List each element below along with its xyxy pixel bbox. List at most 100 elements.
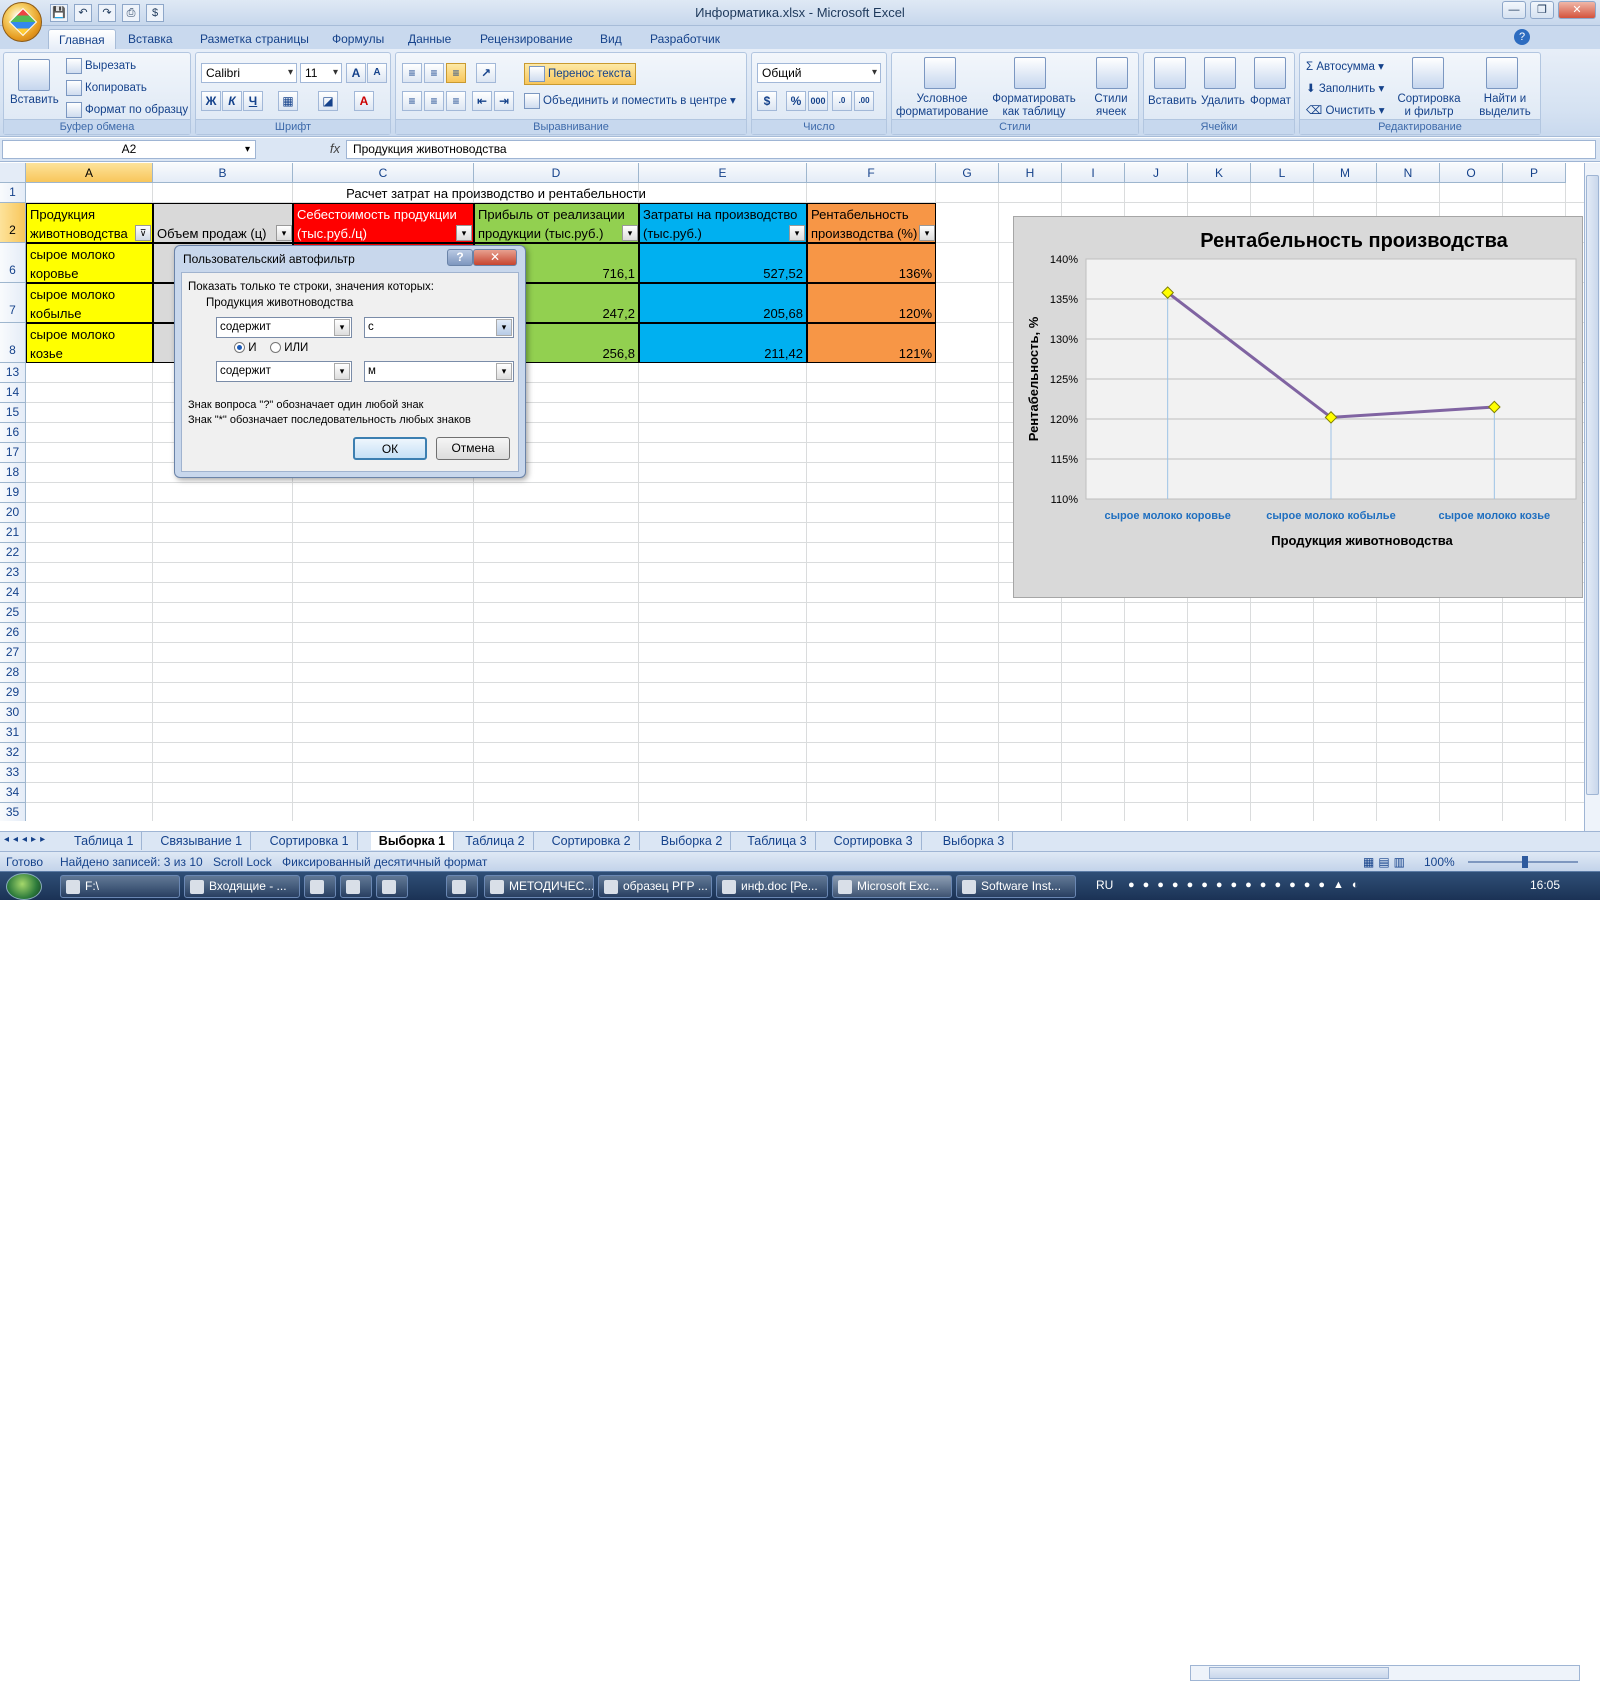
insert-cells-icon[interactable]: [1154, 57, 1186, 89]
format-as-table-button[interactable]: Форматировать как таблицу: [988, 93, 1080, 119]
row-header-21[interactable]: 21: [0, 523, 26, 543]
taskbar-item-excel[interactable]: Microsoft Exc...: [832, 875, 952, 898]
table-title[interactable]: Расчет затрат на производство и рентабел…: [26, 183, 966, 203]
column-header-d[interactable]: D: [474, 163, 639, 183]
row-header-24[interactable]: 24: [0, 583, 26, 603]
header-costs[interactable]: Затраты на производство (тыс.руб.): [639, 203, 807, 243]
orientation-icon[interactable]: ↗: [476, 63, 496, 83]
scroll-thumb[interactable]: [1586, 175, 1599, 795]
taskbar-item[interactable]: Входящие - ...: [184, 875, 300, 898]
cell-styles-icon[interactable]: [1096, 57, 1128, 89]
view-buttons[interactable]: ▦▤▥: [1363, 855, 1409, 869]
column-header-e[interactable]: E: [639, 163, 807, 183]
office-button[interactable]: [2, 2, 42, 42]
filter-active-icon[interactable]: ⊽: [135, 225, 151, 241]
row-header-27[interactable]: 27: [0, 643, 26, 663]
cell-product[interactable]: сырое молоко кобылье: [26, 283, 153, 323]
merge-center-button[interactable]: Объединить и поместить в центре ▾: [524, 93, 736, 109]
row-header-34[interactable]: 34: [0, 783, 26, 803]
sheet-tab[interactable]: Таблица 3: [739, 832, 816, 850]
tab-data[interactable]: Данные: [398, 29, 461, 49]
chevron-down-icon[interactable]: ▾: [334, 363, 350, 380]
format-as-table-icon[interactable]: [1014, 57, 1046, 89]
select-all-corner[interactable]: [0, 163, 26, 183]
tab-developer[interactable]: Разработчик: [640, 29, 730, 49]
format-cells-icon[interactable]: [1254, 57, 1286, 89]
tab-home[interactable]: Главная: [48, 29, 116, 49]
format-cells-button[interactable]: Формат: [1250, 95, 1291, 107]
cell-rentability[interactable]: 136%: [807, 243, 936, 283]
insert-function-icon[interactable]: fx: [262, 140, 346, 159]
tab-page-layout[interactable]: Разметка страницы: [190, 29, 319, 49]
cell-product[interactable]: сырое молоко козье: [26, 323, 153, 363]
conditional-formatting-button[interactable]: Условное форматирование: [896, 93, 988, 119]
sheet-tab[interactable]: Сортировка 3: [826, 832, 922, 850]
row-header-1[interactable]: 1: [0, 183, 26, 203]
tab-insert[interactable]: Вставка: [118, 29, 183, 49]
tab-review[interactable]: Рецензирование: [470, 29, 583, 49]
close-button[interactable]: ✕: [1558, 1, 1596, 19]
formula-input[interactable]: Продукция животноводства: [346, 140, 1596, 159]
paste-icon[interactable]: [18, 59, 50, 91]
taskbar-item[interactable]: Software Inst...: [956, 875, 1076, 898]
cell-rentability[interactable]: 121%: [807, 323, 936, 363]
cell-costs[interactable]: 205,68: [639, 283, 807, 323]
borders-icon[interactable]: ▦: [278, 91, 298, 111]
taskbar-item[interactable]: инф.doc [Ре...: [716, 875, 828, 898]
align-middle-icon[interactable]: ≡: [424, 63, 444, 83]
row-header-22[interactable]: 22: [0, 543, 26, 563]
row-header-2[interactable]: 2: [0, 203, 26, 243]
row-header-19[interactable]: 19: [0, 483, 26, 503]
currency-format-icon[interactable]: $: [757, 91, 777, 111]
dialog-close-button[interactable]: ✕: [473, 249, 517, 266]
tray-icons[interactable]: ●●●●●●●●●●●●●●▲◐: [1128, 879, 1367, 891]
column-header-f[interactable]: F: [807, 163, 936, 183]
font-size-combo[interactable]: 11: [300, 63, 342, 83]
wrap-text-button[interactable]: Перенос текста: [524, 63, 637, 85]
taskbar-item[interactable]: F:\: [60, 875, 180, 898]
format-painter-button[interactable]: Формат по образцу: [66, 102, 188, 118]
copy-button[interactable]: Копировать: [66, 80, 147, 96]
clear-button[interactable]: ⌫ Очистить ▾: [1306, 103, 1385, 117]
column-header-p[interactable]: P: [1503, 163, 1566, 183]
align-top-icon[interactable]: ≡: [402, 63, 422, 83]
filter-dropdown-icon[interactable]: ▾: [919, 225, 935, 241]
taskbar-item[interactable]: [304, 875, 336, 898]
align-right-icon[interactable]: ≡: [446, 91, 466, 111]
column-header-o[interactable]: O: [1440, 163, 1503, 183]
row-header-20[interactable]: 20: [0, 503, 26, 523]
filter-dropdown-icon[interactable]: ▾: [789, 225, 805, 241]
row-header-17[interactable]: 17: [0, 443, 26, 463]
row-header-6[interactable]: 6: [0, 243, 26, 283]
column-header-m[interactable]: M: [1314, 163, 1377, 183]
find-select-button[interactable]: Найти и выделить: [1472, 93, 1538, 119]
chevron-down-icon[interactable]: ▾: [496, 319, 512, 336]
sheet-tab[interactable]: Сортировка 2: [544, 832, 640, 850]
header-product[interactable]: Продукция животноводства: [26, 203, 153, 243]
row-header-32[interactable]: 32: [0, 743, 26, 763]
cancel-button[interactable]: Отмена: [436, 437, 510, 460]
row-header-31[interactable]: 31: [0, 723, 26, 743]
filter-dropdown-icon[interactable]: ▾: [276, 225, 292, 241]
ok-button[interactable]: ОК: [353, 437, 427, 460]
paste-button[interactable]: Вставить: [10, 94, 59, 106]
sheet-tab[interactable]: Выборка 1: [370, 832, 455, 850]
delete-cells-button[interactable]: Удалить: [1201, 95, 1245, 107]
percent-icon[interactable]: %: [786, 91, 806, 111]
help-button[interactable]: ?: [447, 249, 473, 266]
delete-cells-icon[interactable]: [1204, 57, 1236, 89]
increase-decimal-icon[interactable]: .0: [832, 91, 852, 111]
cell-costs[interactable]: 527,52: [639, 243, 807, 283]
header-profit[interactable]: Прибыль от реализации продукции (тыс.руб…: [474, 203, 639, 243]
sheet-tab[interactable]: Сортировка 1: [262, 832, 358, 850]
horizontal-scrollbar[interactable]: [1190, 1665, 1580, 1681]
filter-dropdown-icon[interactable]: ▾: [456, 225, 472, 241]
underline-button[interactable]: Ч: [243, 91, 263, 111]
row-header-26[interactable]: 26: [0, 623, 26, 643]
column-header-h[interactable]: H: [999, 163, 1062, 183]
row-header-13[interactable]: 13: [0, 363, 26, 383]
zoom-slider-thumb[interactable]: [1522, 856, 1528, 868]
row-header-25[interactable]: 25: [0, 603, 26, 623]
column-header-l[interactable]: L: [1251, 163, 1314, 183]
chevron-down-icon[interactable]: ▾: [496, 363, 512, 380]
